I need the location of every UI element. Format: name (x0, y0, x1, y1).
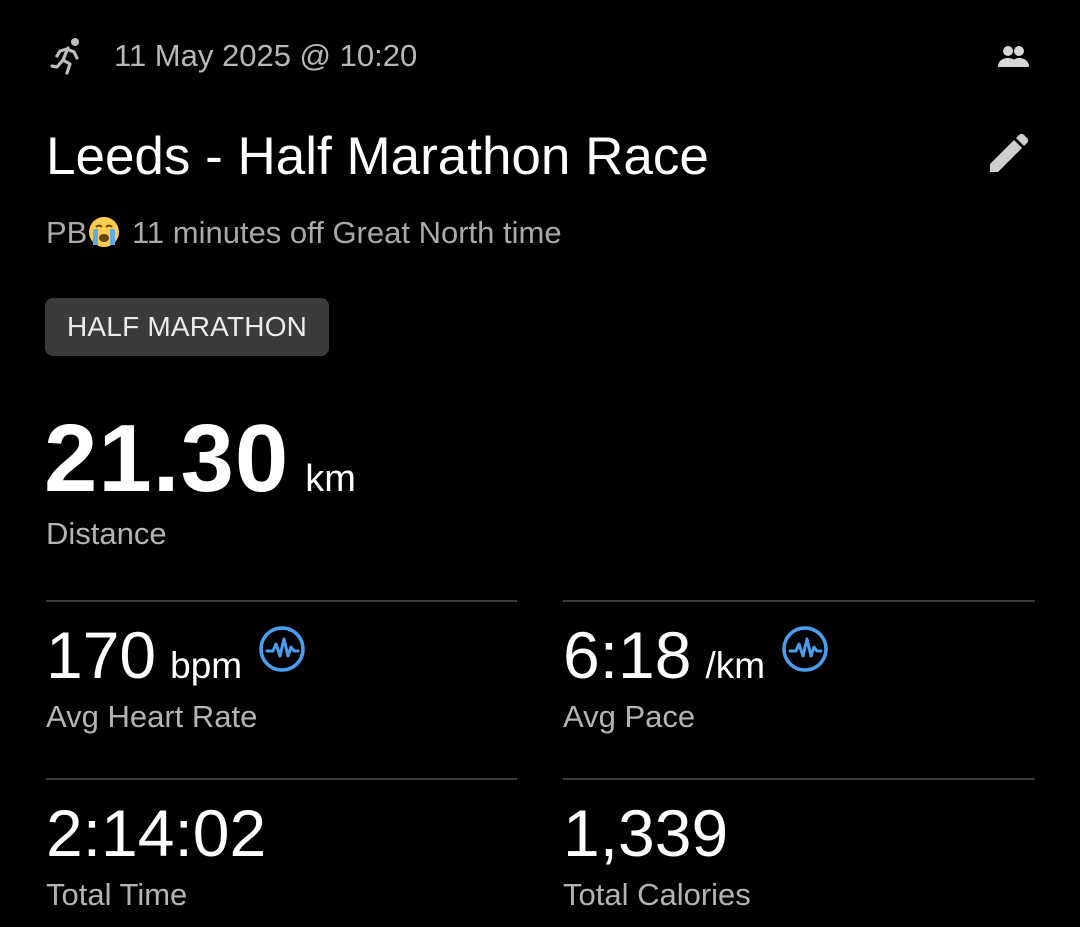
total-calories-value: 1,339 (563, 796, 729, 870)
activity-tag-chip[interactable]: HALF MARATHON (45, 298, 330, 356)
pencil-icon[interactable] (982, 128, 1032, 178)
distance-stat: 21.30 km (44, 404, 356, 514)
heart-rate-label: Avg Heart Rate (46, 699, 258, 734)
heart-rate-value: 170 (46, 618, 157, 692)
distance-unit: km (305, 458, 356, 500)
total-calories-label: Total Calories (563, 877, 751, 912)
activity-datetime: 11 May 2025 @ 10:20 (114, 38, 418, 73)
running-person-icon (50, 38, 79, 75)
avg-pace-stat[interactable]: 6:18 /km Avg Pace (563, 617, 829, 737)
activity-description: PB 11 minutes off Great North time (46, 212, 562, 260)
divider (46, 600, 517, 602)
pace-unit: /km (705, 645, 766, 686)
pace-label: Avg Pace (563, 699, 696, 734)
total-time-label: Total Time (46, 877, 188, 912)
divider (46, 778, 517, 780)
people-icon[interactable] (996, 40, 1030, 74)
activity-title: Leeds - Half Marathon Race (46, 127, 709, 186)
crying-face-emoji-icon (87, 215, 121, 260)
pace-value: 6:18 (563, 618, 692, 692)
total-time-stat: 2:14:02 Total Time (46, 795, 266, 915)
divider (563, 778, 1035, 780)
distance-value: 21.30 (44, 405, 290, 512)
activity-detail-screen: 11 May 2025 @ 10:20 Leeds - Half Maratho… (0, 0, 1080, 927)
total-time-value: 2:14:02 (46, 796, 267, 870)
total-calories-stat: 1,339 Total Calories (563, 795, 751, 915)
divider (563, 600, 1035, 602)
activity-header: 11 May 2025 @ 10:20 (46, 34, 1036, 80)
distance-label: Distance (46, 516, 167, 551)
description-prefix: PB (46, 215, 88, 250)
avg-heart-rate-stat[interactable]: 170 bpm Avg Heart Rate (46, 617, 306, 737)
heart-rate-unit: bpm (170, 645, 243, 686)
pace-wave-icon[interactable] (781, 625, 829, 673)
description-text: 11 minutes off Great North time (123, 215, 562, 250)
heart-rate-wave-icon[interactable] (258, 625, 306, 673)
